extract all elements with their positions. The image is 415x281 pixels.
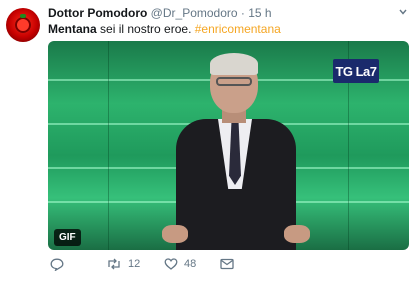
tweet-header: Dottor Pomodoro @Dr_Pomodoro · 15 h: [48, 6, 272, 20]
presenter-glasses: [216, 77, 252, 86]
like-count: 48: [184, 258, 197, 270]
tweet-text: Mentana sei il nostro eroe. #enricomenta…: [48, 22, 281, 36]
author-name[interactable]: Dottor Pomodoro: [48, 6, 147, 20]
avatar[interactable]: [6, 8, 40, 42]
timestamp[interactable]: 15 h: [248, 6, 271, 20]
logo-text: TG La7: [335, 63, 377, 79]
background-panel: [108, 41, 109, 250]
presenter-figure: [162, 53, 310, 250]
presenter-hair: [210, 53, 258, 75]
reply-icon: [50, 258, 64, 271]
chevron-down-icon[interactable]: [399, 8, 407, 16]
reply-button[interactable]: [50, 258, 64, 271]
gif-badge: GIF: [54, 229, 81, 246]
tweet-text-bold: Mentana: [48, 22, 97, 36]
tweet-actions: 12 48: [48, 258, 248, 276]
hashtag-link[interactable]: #enricomentana: [195, 22, 281, 36]
direct-message-button[interactable]: [220, 258, 234, 270]
retweet-button[interactable]: 12: [106, 258, 140, 270]
like-button[interactable]: 48: [164, 258, 196, 270]
tg-la7-logo: TG La7: [333, 59, 379, 83]
tweet-text-plain: sei il nostro eroe.: [96, 22, 195, 36]
tweet-media-gif[interactable]: TG La7 GIF: [48, 41, 409, 250]
retweet-icon: [108, 258, 120, 270]
author-handle[interactable]: @Dr_Pomodoro: [151, 6, 238, 20]
avatar-tomato: [15, 17, 31, 33]
presenter-hand-left: [162, 225, 188, 243]
avatar-leaf: [20, 14, 26, 18]
direct-message-icon: [220, 258, 234, 270]
presenter-hand-right: [284, 225, 310, 243]
like-icon: [164, 258, 178, 270]
retweet-count: 12: [128, 258, 141, 270]
separator: ·: [240, 6, 245, 20]
